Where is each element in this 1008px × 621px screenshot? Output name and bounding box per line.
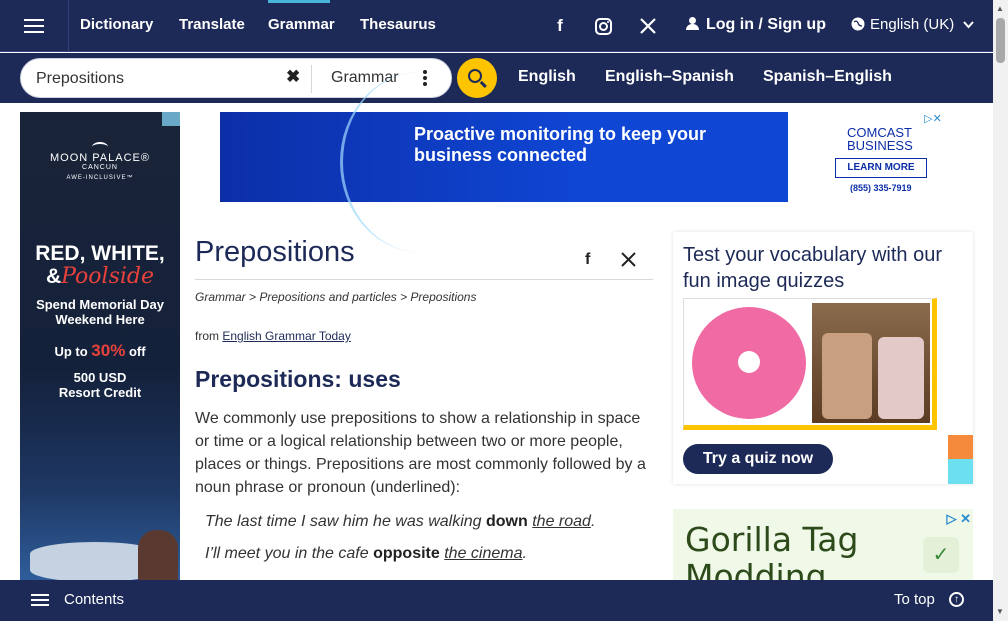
person-image (138, 530, 178, 582)
donut-image (692, 307, 806, 419)
user-icon (686, 17, 699, 30)
scroll-up-icon[interactable]: ▲ (996, 4, 1004, 13)
left-ad[interactable]: MOON PALACE® CANCUN AWE-INCLUSIVE™ RED, … (20, 112, 180, 582)
ad-choices-icon[interactable] (162, 112, 180, 126)
article-paragraph: We commonly use prepositions to show a r… (195, 410, 646, 496)
ad-headline-script: Poolside (61, 264, 155, 289)
nav-translate[interactable]: Translate (179, 0, 245, 52)
ad-credit-1: 500 USD (73, 370, 127, 385)
example-sentence: The last time I saw him he was walking d… (205, 513, 595, 531)
quiz-image[interactable] (683, 298, 937, 430)
quiz-card[interactable]: Test your vocabulary with our fun image … (673, 232, 973, 484)
top-nav: Dictionary Translate Grammar Thesaurus f… (0, 0, 993, 52)
scrollbar[interactable]: ▲ ▼ (993, 0, 1008, 621)
breadcrumb[interactable]: Grammar > Prepositions and particles > P… (195, 290, 476, 304)
dict-link-english-spanish[interactable]: English–Spanish (605, 68, 734, 86)
from-label: from (195, 329, 219, 343)
language-selector[interactable]: English (UK) (851, 0, 975, 52)
ad-brand-tag: AWE-INCLUSIVE™ (66, 175, 134, 181)
bottom-bar: Contents To top ↑ (0, 580, 993, 621)
share-x-icon[interactable] (621, 250, 636, 272)
search-icon (468, 69, 482, 83)
clear-icon[interactable]: ✖ (286, 67, 300, 87)
ad-offer-pct: 30% (91, 341, 126, 360)
share-facebook-icon[interactable]: f (585, 251, 590, 269)
login-label: Log in / Sign up (706, 16, 826, 33)
banner-brand-2: BUSINESS (847, 138, 913, 153)
contents-button[interactable]: Contents (64, 591, 124, 608)
ad-close-icon[interactable]: ▷✕ (918, 112, 948, 127)
milkshake-image (812, 303, 930, 423)
page-title: Prepositions (195, 236, 355, 268)
crown-icon (92, 142, 108, 152)
search-divider (311, 65, 312, 93)
dict-link-spanish-english[interactable]: Spanish–English (763, 68, 892, 86)
login-link[interactable]: Log in / Sign up (686, 0, 826, 52)
feedback-tabs[interactable] (948, 435, 973, 484)
instagram-icon[interactable] (591, 14, 615, 38)
x-icon[interactable] (636, 14, 660, 38)
dict-link-english[interactable]: English (518, 68, 576, 86)
globe-icon (851, 17, 865, 31)
scroll-down-icon[interactable]: ▼ (996, 607, 1004, 616)
hamburger-icon (24, 25, 44, 27)
scroll-thumb[interactable] (996, 18, 1005, 63)
nav-thesaurus[interactable]: Thesaurus (360, 0, 436, 52)
example-preposition: down (486, 513, 528, 530)
ad-headline: RED, WHITE, (35, 242, 165, 265)
example-text: The last time I saw him he was walking (205, 513, 486, 530)
banner-headline: Proactive monitoring to keep your busine… (414, 124, 707, 165)
arrow-up-icon[interactable]: ↑ (949, 592, 964, 607)
source-link[interactable]: English Grammar Today (222, 329, 351, 343)
side-ad[interactable]: Gorilla Tag Modding ✓ ▷ ✕ (673, 509, 973, 584)
page: Dictionary Translate Grammar Thesaurus f… (0, 0, 993, 621)
facebook-icon[interactable]: f (548, 14, 572, 38)
ad-offer-post: off (128, 344, 146, 359)
ad-credit-2: Resort Credit (58, 385, 142, 400)
ad-brand: MOON PALACE® (50, 152, 150, 164)
banner-cta-button[interactable]: LEARN MORE (835, 158, 927, 178)
banner-ad[interactable]: Proactive monitoring to keep your busine… (220, 72, 948, 252)
side-ad-title: Gorilla Tag (685, 520, 859, 559)
section-heading: Prepositions: uses (195, 366, 401, 392)
source-line: from English Grammar Today (195, 329, 351, 343)
example-text: I’ll meet you in the cafe (205, 545, 374, 562)
menu-button[interactable] (0, 0, 69, 52)
ad-sub-1: Spend Memorial Day (36, 297, 164, 312)
example-punct: . (522, 545, 527, 562)
contents-menu-icon[interactable] (31, 599, 49, 601)
nav-grammar[interactable]: Grammar (268, 0, 335, 52)
example-noun-phrase: the cinema (444, 545, 523, 562)
ad-brand-sub: CANCUN (82, 164, 118, 171)
language-label: English (UK) (870, 16, 955, 33)
check-icon: ✓ (923, 537, 959, 573)
search-bar: ✖ Grammar English English–Spanish Spanis… (0, 53, 993, 103)
ad-offer-pre: Up to (54, 344, 88, 359)
ad-sub-2: Weekend Here (55, 312, 145, 327)
example-sentence: I’ll meet you in the cafe opposite the c… (205, 545, 527, 563)
example-preposition: opposite (373, 545, 440, 562)
nav-dictionary[interactable]: Dictionary (80, 0, 153, 52)
ad-close-icon[interactable]: ▷ ✕ (946, 511, 971, 527)
ad-headline-amp: & (45, 265, 62, 288)
cyan-tab[interactable] (948, 459, 973, 484)
example-punct: . (590, 513, 596, 530)
title-divider (195, 279, 653, 280)
quiz-title: Test your vocabulary with our fun image … (683, 244, 943, 292)
to-top-button[interactable]: To top (894, 591, 935, 608)
orange-tab[interactable] (948, 435, 973, 459)
try-quiz-button[interactable]: Try a quiz now (683, 444, 833, 474)
banner-phone: (855) 335-7919 (850, 183, 912, 193)
search-input[interactable] (36, 67, 276, 91)
example-noun-phrase: the road (532, 513, 591, 530)
chevron-down-icon (963, 21, 975, 29)
